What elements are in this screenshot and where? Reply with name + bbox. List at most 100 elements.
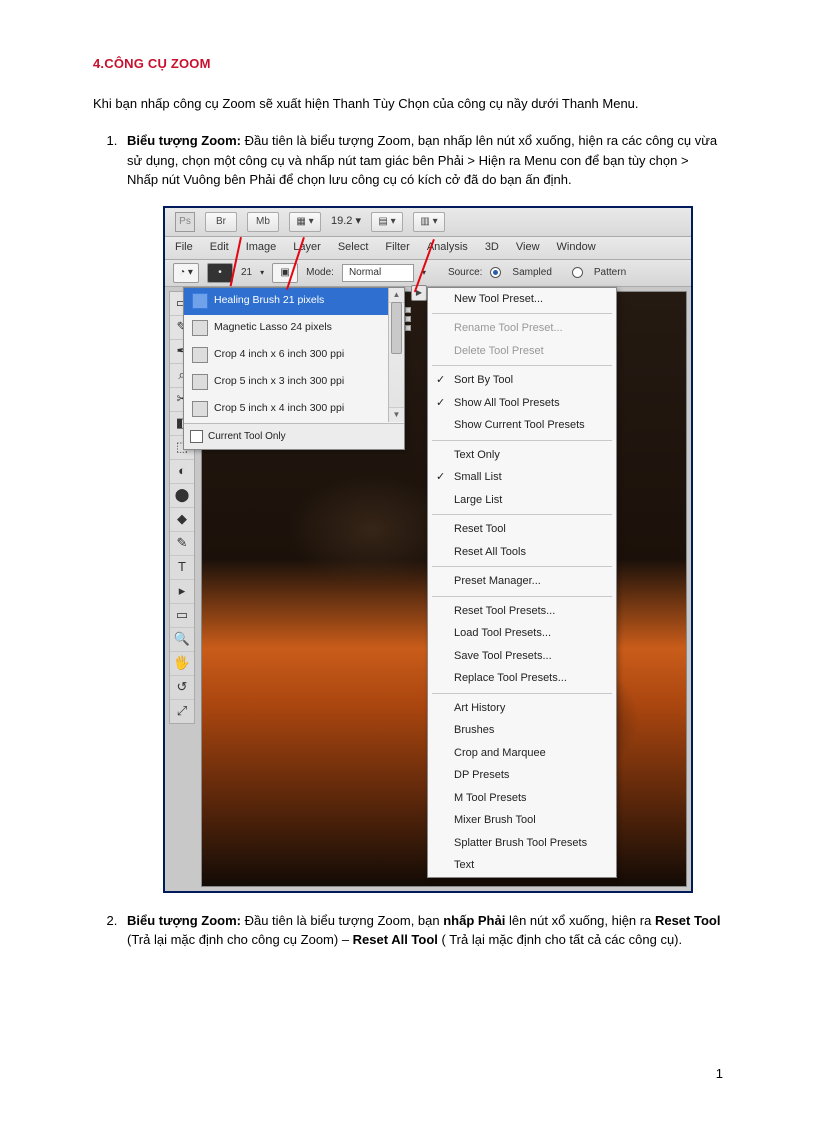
- ctx-text-only[interactable]: Text Only: [428, 444, 616, 467]
- tool-preset-context-menu: New Tool Preset... Rename Tool Preset...…: [427, 287, 617, 878]
- scroll-down-icon[interactable]: ▼: [389, 407, 404, 422]
- check-icon: ✓: [436, 469, 445, 486]
- check-icon: ✓: [436, 395, 445, 412]
- arrange-button[interactable]: ▤ ▾: [371, 212, 403, 232]
- item2-bold4: Reset All Tool: [353, 932, 438, 947]
- preset-label: Crop 5 inch x 3 inch 300 ppi: [214, 374, 344, 390]
- preset-item[interactable]: Crop 5 inch x 4 inch 300 ppi: [184, 396, 404, 423]
- menu-select[interactable]: Select: [338, 239, 369, 256]
- photoshop-screenshot: Ps Br Mb ▦ ▾ 19.2 ▾ ▤ ▾ ▥ ▾ File Edit Im…: [163, 206, 693, 893]
- preset-label: Magnetic Lasso 24 pixels: [214, 320, 332, 336]
- ctx-text-preset[interactable]: Text: [428, 854, 616, 877]
- list-item-2: Biểu tượng Zoom: Đầu tiên là biểu tượng …: [121, 911, 723, 950]
- item2-text2: lên nút xổ xuống, hiện ra: [505, 913, 655, 928]
- item2-text4: ( Trả lại mặc định cho tất cả các công c…: [438, 932, 682, 947]
- menu-separator: [432, 693, 612, 694]
- item2-bold3: Reset Tool: [655, 913, 721, 928]
- ctx-dp-presets[interactable]: DP Presets: [428, 764, 616, 787]
- preset-item[interactable]: Magnetic Lasso 24 pixels: [184, 315, 404, 342]
- menu-separator: [432, 596, 612, 597]
- tool-blur-icon[interactable]: ⬤: [170, 484, 194, 508]
- healing-brush-icon: [192, 293, 208, 309]
- mode-select[interactable]: Normal: [342, 264, 414, 282]
- ps-options-bar: ◔ ▾ • 21▾ ▣ Mode: Normal ▾ Source: Sampl…: [165, 260, 691, 287]
- brush-thumb-icon[interactable]: •: [207, 263, 233, 283]
- tool-rotate-icon[interactable]: ↺: [170, 676, 194, 700]
- ctx-load-presets[interactable]: Load Tool Presets...: [428, 622, 616, 645]
- ctx-mixer-brush[interactable]: Mixer Brush Tool: [428, 809, 616, 832]
- tool-zoom-icon[interactable]: 🔍: [170, 628, 194, 652]
- menu-3d[interactable]: 3D: [485, 239, 499, 256]
- ctx-brushes[interactable]: Brushes: [428, 719, 616, 742]
- ctx-large-list[interactable]: Large List: [428, 489, 616, 512]
- item2-bold1: Biểu tượng Zoom:: [127, 913, 241, 928]
- ctx-m-tool-presets[interactable]: M Tool Presets: [428, 787, 616, 810]
- ctx-save-presets[interactable]: Save Tool Presets...: [428, 645, 616, 668]
- preset-item-selected[interactable]: Healing Brush 21 pixels: [184, 288, 404, 315]
- ctx-replace-presets[interactable]: Replace Tool Presets...: [428, 667, 616, 690]
- scroll-up-icon[interactable]: ▲: [389, 288, 404, 303]
- list-item-1: Biểu tượng Zoom: Đầu tiên là biểu tượng …: [121, 131, 723, 893]
- tool-pencil-icon[interactable]: ✎: [170, 532, 194, 556]
- menu-edit[interactable]: Edit: [210, 239, 229, 256]
- minibridge-button[interactable]: Mb: [247, 212, 279, 232]
- tool-preset-picker[interactable]: ◔ ▾: [173, 263, 199, 283]
- ctx-crop-marquee[interactable]: Crop and Marquee: [428, 742, 616, 765]
- tool-fullscreen-icon[interactable]: ⤢: [170, 700, 194, 723]
- section-title: 4.CÔNG CỤ ZOOM: [93, 54, 723, 74]
- page-number: 1: [716, 1064, 723, 1084]
- preset-label: Crop 5 inch x 4 inch 300 ppi: [214, 401, 344, 417]
- ordered-list: Biểu tượng Zoom: Đầu tiên là biểu tượng …: [93, 131, 723, 950]
- tool-shape-icon[interactable]: ▭: [170, 604, 194, 628]
- ctx-small-list[interactable]: ✓Small List: [428, 466, 616, 489]
- source-pattern-label: Pattern: [594, 265, 626, 280]
- ctx-new-tool-preset[interactable]: New Tool Preset...: [428, 288, 616, 311]
- menu-separator: [432, 566, 612, 567]
- menu-window[interactable]: Window: [557, 239, 596, 256]
- menu-file[interactable]: File: [175, 239, 193, 256]
- ctx-reset-presets[interactable]: Reset Tool Presets...: [428, 600, 616, 623]
- ctx-art-history[interactable]: Art History: [428, 697, 616, 720]
- scroll-thumb[interactable]: [391, 302, 402, 354]
- menu-separator: [432, 440, 612, 441]
- source-sampled-label: Sampled: [512, 265, 551, 280]
- preset-scrollbar[interactable]: ▲ ▼: [388, 288, 404, 422]
- menu-image[interactable]: Image: [246, 239, 277, 256]
- ps-titlebar: Ps Br Mb ▦ ▾ 19.2 ▾ ▤ ▾ ▥ ▾: [165, 208, 691, 237]
- zoom-level[interactable]: 19.2 ▾: [331, 213, 361, 230]
- ctx-splatter-brush[interactable]: Splatter Brush Tool Presets: [428, 832, 616, 855]
- check-icon: ✓: [436, 372, 445, 389]
- screenmode-button[interactable]: ▦ ▾: [289, 212, 321, 232]
- menu-separator: [432, 514, 612, 515]
- preset-item[interactable]: Crop 4 inch x 6 inch 300 ppi: [184, 342, 404, 369]
- tool-dodge-icon[interactable]: ◐: [170, 460, 194, 484]
- item2-bold2: nhấp Phải: [443, 913, 505, 928]
- tool-path-icon[interactable]: ▸: [170, 580, 194, 604]
- ctx-show-all-presets[interactable]: ✓Show All Tool Presets: [428, 392, 616, 415]
- source-sampled-radio[interactable]: [490, 267, 501, 278]
- current-tool-only-checkbox[interactable]: [190, 430, 203, 443]
- menu-view[interactable]: View: [516, 239, 540, 256]
- tool-hand-icon[interactable]: 🖐: [170, 652, 194, 676]
- flyout-menu-button[interactable]: ▶: [411, 285, 427, 301]
- ctx-show-current-presets[interactable]: Show Current Tool Presets: [428, 414, 616, 437]
- bridge-button[interactable]: Br: [205, 212, 237, 232]
- current-tool-only-label: Current Tool Only: [208, 429, 286, 444]
- crop-icon: [192, 374, 208, 390]
- tool-gradient-icon[interactable]: ◆: [170, 508, 194, 532]
- ctx-rename-tool-preset: Rename Tool Preset...: [428, 317, 616, 340]
- menu-filter[interactable]: Filter: [385, 239, 409, 256]
- tool-type-icon[interactable]: T: [170, 556, 194, 580]
- source-pattern-radio[interactable]: [572, 267, 583, 278]
- item2-text1: Đầu tiên là biểu tượng Zoom, bạn: [241, 913, 443, 928]
- ctx-reset-all-tools[interactable]: Reset All Tools: [428, 541, 616, 564]
- preset-footer: Current Tool Only: [184, 423, 404, 449]
- tool-preset-panel: Healing Brush 21 pixels Magnetic Lasso 2…: [183, 287, 405, 450]
- ctx-reset-tool[interactable]: Reset Tool: [428, 518, 616, 541]
- ctx-preset-manager[interactable]: Preset Manager...: [428, 570, 616, 593]
- preset-item[interactable]: Crop 5 inch x 3 inch 300 ppi: [184, 369, 404, 396]
- extra-button[interactable]: ▥ ▾: [413, 212, 445, 232]
- intro-paragraph: Khi bạn nhấp công cụ Zoom sẽ xuất hiện T…: [93, 94, 723, 114]
- ctx-sort-by-tool[interactable]: ✓Sort By Tool: [428, 369, 616, 392]
- panel-gripper-icon[interactable]: [405, 307, 411, 407]
